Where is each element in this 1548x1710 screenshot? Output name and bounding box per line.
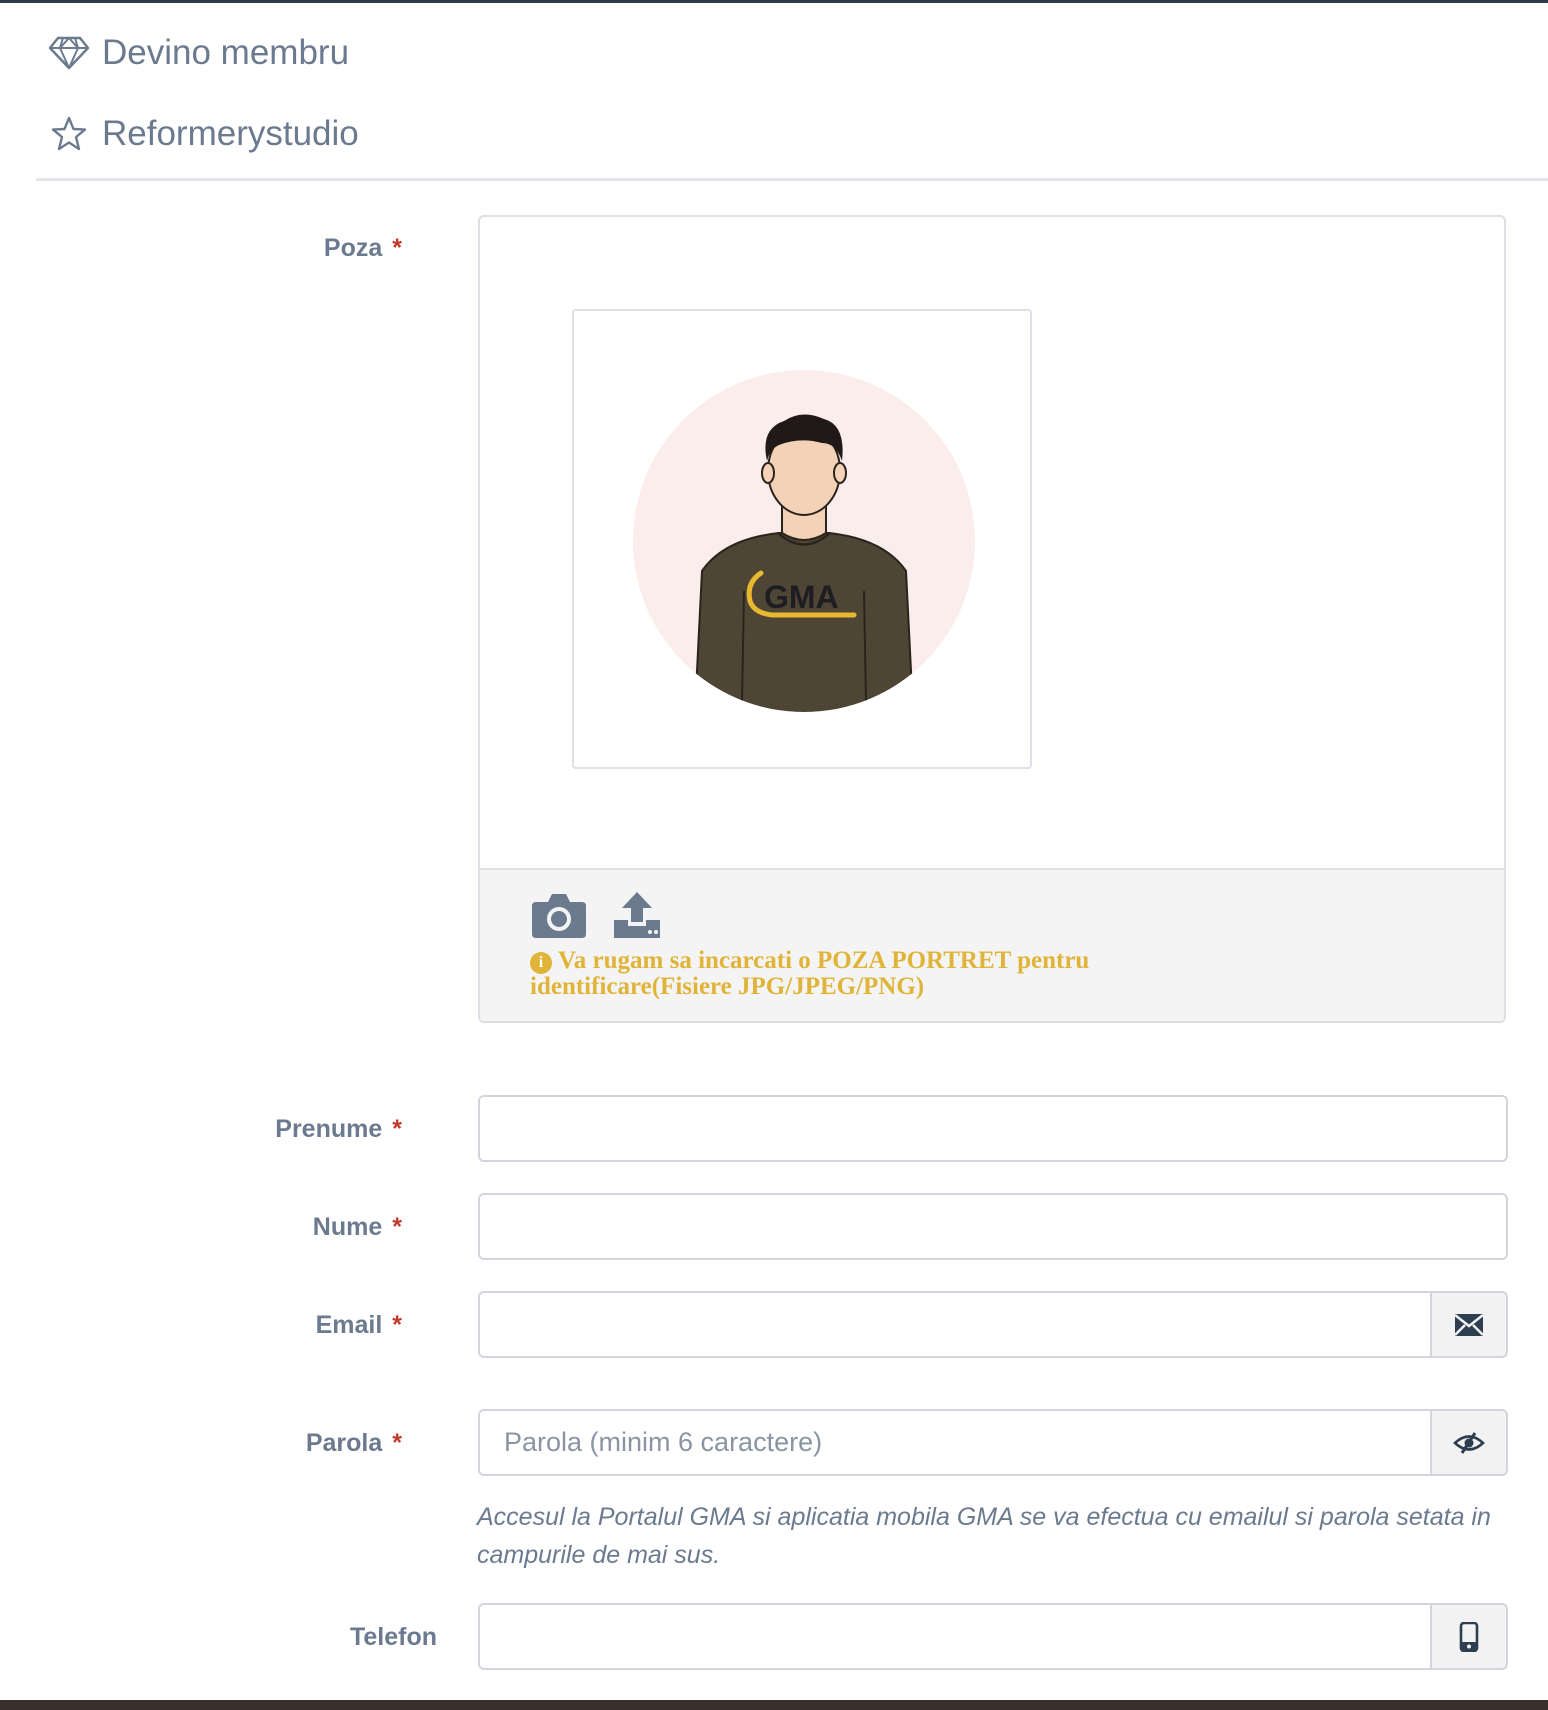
star-icon [48, 113, 90, 155]
envelope-icon [1454, 1313, 1484, 1336]
eye-slash-icon [1453, 1431, 1485, 1454]
password-label: Parola * [0, 1429, 402, 1458]
studio-link[interactable]: Reformerystudio [48, 113, 359, 155]
bottom-edge [0, 1700, 1548, 1710]
first-name-label-text: Prenume [275, 1115, 383, 1143]
last-name-input[interactable] [478, 1193, 1508, 1260]
required-marker: * [392, 1311, 402, 1339]
first-name-label: Prenume * [0, 1115, 402, 1144]
diamond-icon [48, 32, 90, 74]
email-label: Email * [0, 1311, 402, 1340]
photo-label-text: Poza [323, 234, 383, 262]
last-name-label-text: Nume [312, 1213, 383, 1241]
become-member-link[interactable]: Devino membru [48, 32, 349, 74]
default-avatar-image: GMA [633, 370, 975, 712]
email-input[interactable] [478, 1291, 1431, 1358]
phone-input[interactable] [478, 1603, 1431, 1670]
email-label-text: Email [315, 1311, 383, 1339]
info-icon: i [530, 952, 552, 974]
top-border [0, 0, 1548, 3]
password-input[interactable] [478, 1409, 1431, 1476]
required-marker: * [392, 1213, 402, 1241]
required-marker: * [392, 1115, 402, 1143]
photo-note-text: Va rugam sa incarcati o POZA PORTRET pen… [530, 947, 1090, 1000]
become-member-text: Devino membru [102, 33, 350, 72]
studio-name-text: Reformerystudio [102, 114, 359, 153]
phone-label: Telefon [0, 1623, 437, 1652]
photo-upload-note: i Va rugam sa incarcati o POZA PORTRET pe… [530, 948, 1150, 1000]
upload-icon[interactable] [612, 890, 662, 945]
header-divider [36, 178, 1548, 181]
mobile-phone-icon [1459, 1621, 1479, 1652]
photo-toolbar: i Va rugam sa incarcati o POZA PORTRET pe… [480, 868, 1504, 1021]
photo-label: Poza * [0, 234, 402, 263]
phone-label-text: Telefon [349, 1623, 437, 1651]
access-help-text: Accesul la Portalul GMA si aplicatia mob… [477, 1503, 1491, 1569]
required-marker: * [392, 1429, 402, 1457]
photo-upload-box: GMA i Va rugam sa incarcati o POZA PORTR… [478, 215, 1506, 1023]
phone-addon [1430, 1603, 1508, 1670]
required-marker: * [392, 234, 402, 262]
email-addon [1430, 1291, 1508, 1358]
toggle-password-button[interactable] [1430, 1409, 1508, 1476]
photo-preview: GMA [572, 309, 1032, 769]
password-label-text: Parola [305, 1429, 383, 1457]
camera-icon[interactable] [530, 890, 588, 945]
last-name-label: Nume * [0, 1213, 402, 1242]
avatar-logo-text: GMA [764, 579, 839, 615]
first-name-input[interactable] [478, 1095, 1508, 1162]
